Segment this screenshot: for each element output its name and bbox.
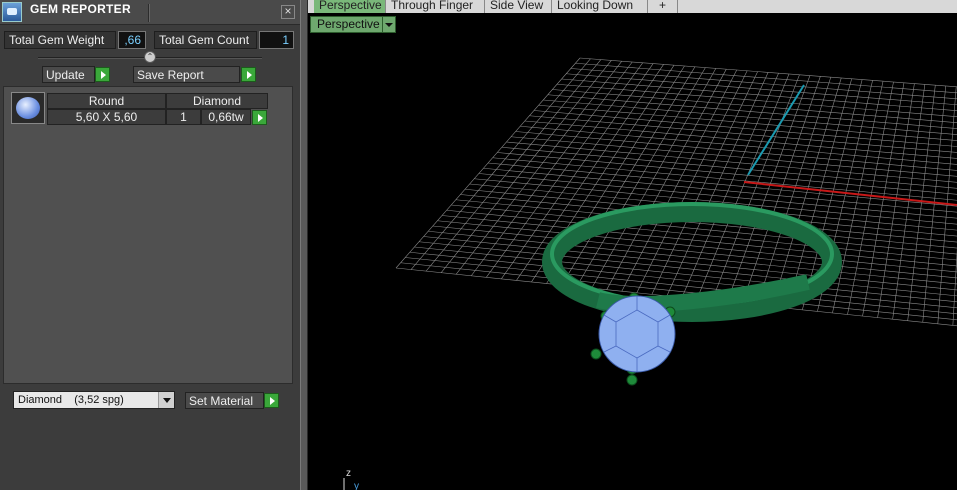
axis-z-label: z xyxy=(346,468,351,479)
gem-shape-header: Round xyxy=(47,93,166,109)
grid-line xyxy=(575,62,957,94)
axis-y-label: y xyxy=(354,481,359,490)
gem-count-cell[interactable]: 1 xyxy=(166,109,201,125)
total-gem-count-value: 1 xyxy=(259,31,294,49)
save-report-go-icon[interactable] xyxy=(241,67,256,82)
viewport-scene: z y xyxy=(343,57,957,490)
grid-line xyxy=(423,236,957,291)
set-material-go-icon[interactable] xyxy=(264,393,279,408)
tab-through-finger[interactable]: Through Finger xyxy=(386,0,485,13)
round-gem-thumbnail-icon xyxy=(11,92,45,124)
gem-material-header: Diamond xyxy=(166,93,268,109)
grid-line xyxy=(497,152,957,195)
gem-weight-cell[interactable]: 0,66tw xyxy=(201,109,251,125)
add-tab-icon[interactable]: + xyxy=(648,0,678,13)
view-mode-value: Perspective xyxy=(317,17,380,31)
total-gem-count-label: Total Gem Count xyxy=(154,31,257,49)
grid-line xyxy=(418,241,957,297)
panel-titlebar: GEM REPORTER × xyxy=(0,0,300,25)
ground-grid xyxy=(395,57,957,327)
grid-line xyxy=(570,68,957,100)
material-select[interactable]: Diamond (3,52 spg) xyxy=(13,391,175,409)
total-gem-weight-label: Total Gem Weight xyxy=(4,31,116,49)
gem-reporter-panel: GEM REPORTER × Total Gem Weight ,66 Tota… xyxy=(0,0,300,490)
set-material-label: Set Material xyxy=(189,394,254,408)
ring-model xyxy=(542,202,842,386)
gem-list: Round Diamond 5,60 X 5,60 1 0,66tw xyxy=(3,86,293,384)
chevron-down-icon[interactable] xyxy=(158,392,174,408)
grid-line xyxy=(561,78,957,112)
total-gem-weight-value: ,66 xyxy=(118,31,146,49)
save-report-label: Save Report xyxy=(137,68,204,82)
save-report-button[interactable]: Save Report xyxy=(133,66,240,83)
update-label: Update xyxy=(46,68,85,82)
collapse-button[interactable]: ⌃ xyxy=(144,51,156,63)
update-go-icon[interactable] xyxy=(95,67,110,82)
gem-row-go-icon[interactable] xyxy=(252,110,267,125)
chevron-down-icon[interactable] xyxy=(382,17,395,32)
panel-splitter[interactable] xyxy=(300,0,308,490)
viewport-tab-bar: Perspective Through Finger Side View Loo… xyxy=(308,0,957,13)
tab-side-view[interactable]: Side View xyxy=(485,0,552,13)
update-button[interactable]: Update xyxy=(42,66,95,83)
panel-title: GEM REPORTER xyxy=(30,2,131,16)
grid-line xyxy=(566,73,957,106)
tab-looking-down[interactable]: Looking Down xyxy=(552,0,648,13)
close-button[interactable]: × xyxy=(281,5,295,19)
view-mode-dropdown[interactable]: Perspective xyxy=(310,16,396,33)
grid-line xyxy=(533,110,957,147)
gem-size-cell[interactable]: 5,60 X 5,60 xyxy=(47,109,166,125)
set-material-button[interactable]: Set Material xyxy=(185,392,264,409)
tab-perspective[interactable]: Perspective xyxy=(314,0,386,13)
grid-line xyxy=(524,120,957,159)
gem-reporter-app-icon xyxy=(2,2,22,22)
material-select-value: Diamond (3,52 spg) xyxy=(18,394,124,406)
title-separator xyxy=(148,4,150,22)
